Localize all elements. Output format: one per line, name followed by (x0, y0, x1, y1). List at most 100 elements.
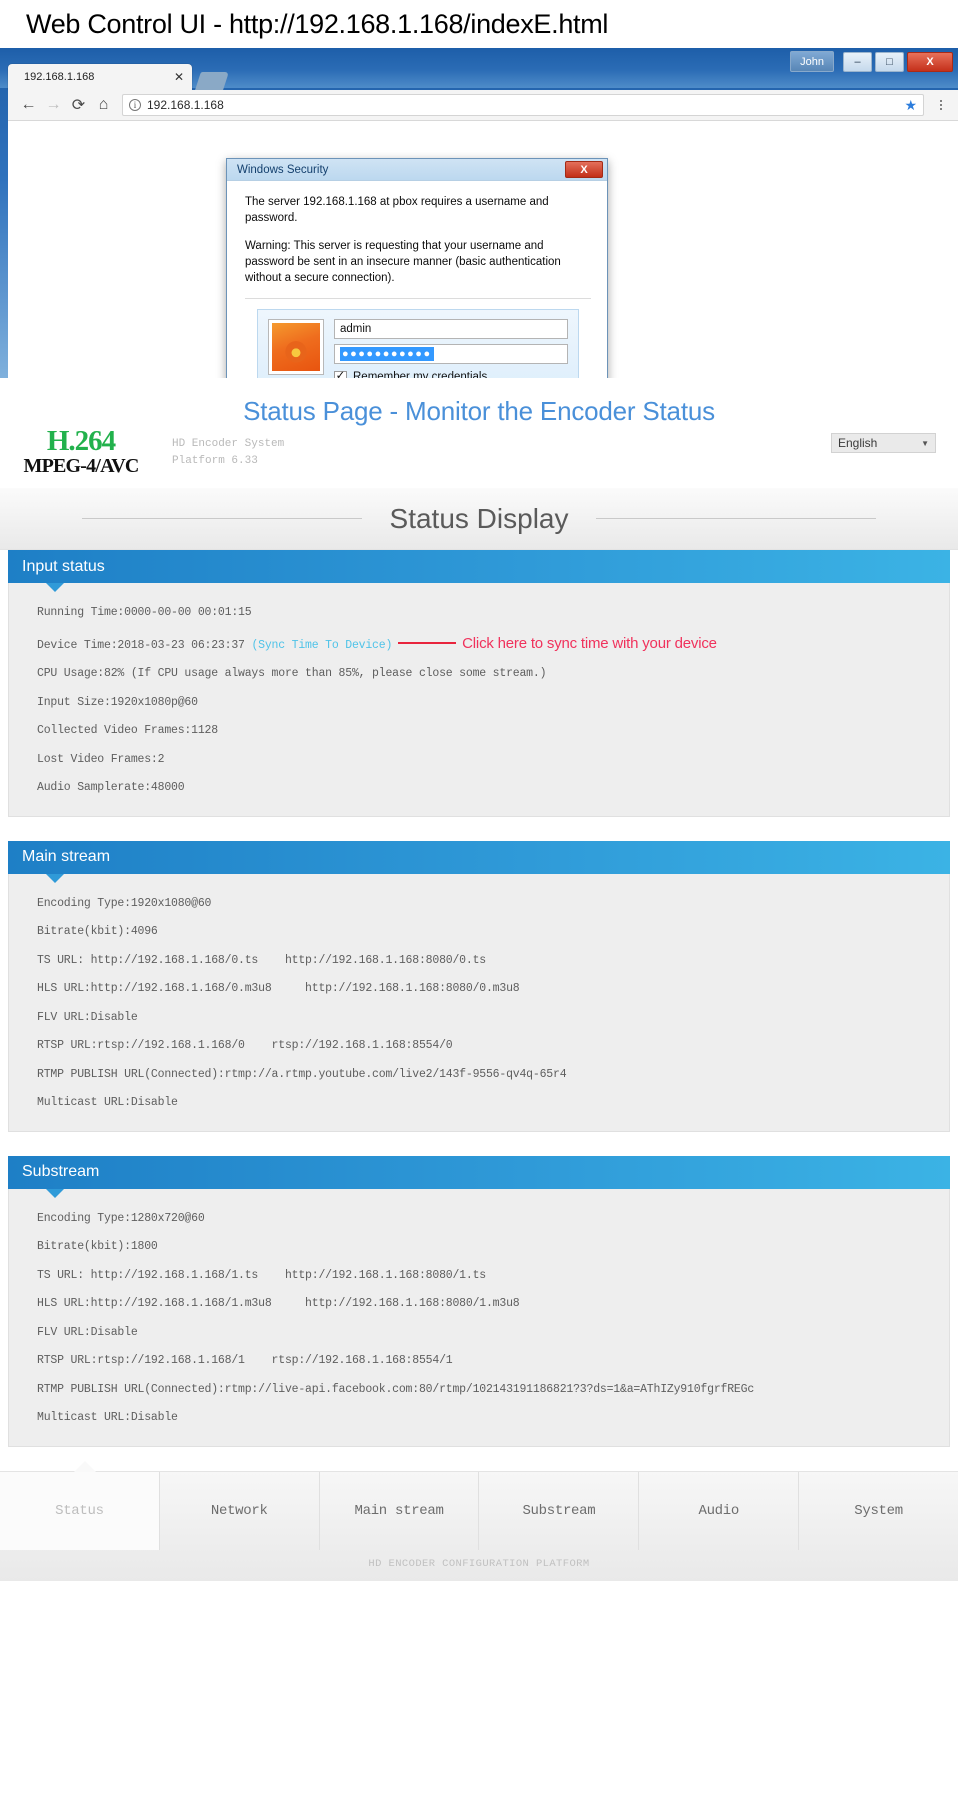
dialog-warning: Warning: This server is requesting that … (245, 239, 561, 285)
credential-fields: admin ●●●●●●●●●●● ✓ Remember my credenti… (334, 318, 568, 378)
page-caption: Web Control UI - http://192.168.1.168/in… (26, 8, 609, 39)
status-display-band: Status Display (0, 488, 958, 550)
encoder-header: Status Page - Monitor the Encoder Status… (0, 378, 958, 488)
window-controls: John – □ X (790, 51, 953, 72)
system-info-line1: HD Encoder System (172, 438, 285, 450)
minimize-button[interactable]: – (843, 51, 872, 72)
panel-title-input-status: Input status (8, 550, 950, 592)
reload-icon[interactable]: ⟳ (66, 93, 91, 118)
username-field[interactable]: admin (334, 318, 568, 339)
nav-item-audio[interactable]: Audio (639, 1471, 800, 1550)
browser-tab-title: 192.168.1.168 (24, 71, 95, 83)
home-icon[interactable]: ⌂ (91, 93, 116, 118)
row-lost-frames: Lost Video Frames:2 (37, 752, 165, 766)
row-input-size: Input Size:1920x1080p@60 (37, 695, 198, 709)
dialog-message: The server 192.168.1.168 at pbox require… (245, 196, 549, 225)
row-main-rtmp-url: RTMP PUBLISH URL(Connected):rtmp://a.rtm… (37, 1067, 567, 1081)
row-main-flv-url: FLV URL:Disable (37, 1010, 138, 1024)
row-sub-multicast-url: Multicast URL:Disable (37, 1411, 178, 1424)
logo-line-mpeg: MPEG-4/AVC (23, 455, 140, 478)
row-collected-frames: Collected Video Frames:1128 (37, 724, 218, 737)
dialog-title: Windows Security (237, 163, 329, 176)
panel-substream: Substream Encoding Type:1280x720@60 Bitr… (8, 1155, 950, 1447)
forward-icon[interactable]: → (41, 93, 66, 118)
row-audio-samplerate: Audio Samplerate:48000 (37, 781, 185, 794)
close-window-button[interactable]: X (907, 51, 953, 72)
chevron-down-icon: ▼ (921, 438, 929, 448)
status-panels: Input status Running Time:0000-00-00 00:… (0, 550, 958, 1447)
username-value: admin (340, 322, 372, 335)
row-main-rtsp-url: RTSP URL:rtsp://192.168.1.168/0 rtsp://1… (37, 1039, 453, 1052)
close-tab-icon[interactable]: ✕ (174, 70, 184, 84)
status-display-title: Status Display (389, 502, 569, 534)
row-main-encoding-type: Encoding Type:1920x1080@60 (37, 896, 212, 910)
nav-item-system[interactable]: System (799, 1472, 958, 1550)
back-icon[interactable]: ← (16, 93, 41, 118)
annotation-line (398, 641, 457, 644)
dialog-divider (245, 297, 591, 299)
row-running-time: Running Time:0000-00-00 00:01:15 (37, 606, 252, 619)
user-avatar (268, 318, 324, 375)
row-sub-ts-url: TS URL: http://192.168.1.168/1.ts http:/… (37, 1268, 486, 1282)
new-tab-button[interactable] (195, 72, 229, 90)
row-sub-bitrate: Bitrate(kbit):1800 (37, 1240, 158, 1253)
logo-line-h264: H.264 (46, 425, 116, 457)
dialog-body: The server 192.168.1.168 at pbox require… (227, 181, 607, 378)
row-main-ts-url: TS URL: http://192.168.1.168/0.ts http:/… (37, 953, 486, 967)
address-bar[interactable]: i 192.168.1.168 ★ (122, 94, 924, 116)
tab-strip: 192.168.1.168 ✕ (8, 64, 229, 90)
encoder-web-ui: Status Page - Monitor the Encoder Status… (0, 378, 958, 1581)
sync-time-link[interactable]: (Sync Time To Device) (251, 639, 392, 652)
page-title: Status Page - Monitor the Encoder Status (243, 396, 715, 426)
bookmark-star-icon[interactable]: ★ (904, 97, 917, 114)
row-device-time: Device Time:2018-03-23 06:23:37 (Sync Ti… (37, 636, 949, 652)
row-main-hls-url: HLS URL:http://192.168.1.168/0.m3u8 http… (37, 982, 520, 995)
language-select[interactable]: English ▼ (831, 433, 936, 453)
password-value: ●●●●●●●●●●● (340, 346, 434, 361)
footer-note: HD ENCODER CONFIGURATION PLATFORM (368, 1557, 590, 1570)
dialog-titlebar: Windows Security X (227, 159, 607, 181)
h264-logo: H.264 MPEG-4/AVC (16, 426, 146, 477)
band-rule-right (596, 518, 877, 519)
system-info: HD Encoder System Platform 6.33 (172, 436, 284, 470)
row-sub-rtsp-url: RTSP URL:rtsp://192.168.1.168/1 rtsp://1… (37, 1354, 453, 1367)
browser-window: John – □ X 192.168.1.168 ✕ ← → ⟳ ⌂ i 192… (0, 48, 958, 378)
nav-item-network[interactable]: Network (160, 1471, 320, 1550)
remember-label: Remember my credentials (353, 371, 488, 378)
credentials-box: admin ●●●●●●●●●●● ✓ Remember my credenti… (257, 308, 579, 378)
dialog-close-icon[interactable]: X (565, 161, 603, 178)
row-sub-hls-url: HLS URL:http://192.168.1.168/1.m3u8 http… (37, 1297, 520, 1310)
nav-tabs: Status Network Main stream Substream Aud… (0, 1471, 958, 1550)
browser-user-chip[interactable]: John (790, 51, 834, 72)
windows-security-dialog: Windows Security X The server 192.168.1.… (226, 158, 608, 378)
remember-credentials-row[interactable]: ✓ Remember my credentials (334, 370, 568, 378)
panel-body-main-stream: Encoding Type:1920x1080@60 Bitrate(kbit)… (8, 873, 950, 1132)
band-rule-left (81, 518, 362, 519)
footer-nav: Status Network Main stream Substream Aud… (0, 1460, 958, 1581)
panel-input-status: Input status Running Time:0000-00-00 00:… (8, 550, 950, 817)
browser-toolbar: ← → ⟳ ⌂ i 192.168.1.168 ★ (8, 90, 958, 121)
device-time-text: Device Time:2018-03-23 06:23:37 (37, 638, 252, 652)
site-info-icon[interactable]: i (129, 99, 141, 111)
panel-title-substream: Substream (8, 1155, 950, 1198)
language-value: English (838, 436, 878, 450)
panel-body-input-status: Running Time:0000-00-00 00:01:15 Device … (8, 583, 950, 817)
remember-checkbox[interactable]: ✓ (334, 370, 347, 378)
address-bar-url: 192.168.1.168 (147, 98, 224, 112)
password-field[interactable]: ●●●●●●●●●●● (334, 343, 568, 364)
row-sub-encoding-type: Encoding Type:1280x720@60 (37, 1211, 205, 1225)
annotation-sync-time: Click here to sync time with your device (462, 634, 717, 652)
nav-item-substream[interactable]: Substream (479, 1471, 640, 1550)
row-sub-flv-url: FLV URL:Disable (37, 1325, 138, 1339)
system-info-line2: Platform 6.33 (172, 455, 258, 468)
row-main-bitrate: Bitrate(kbit):4096 (37, 925, 158, 938)
row-sub-rtmp-url: RTMP PUBLISH URL(Connected):rtmp://live-… (37, 1382, 755, 1396)
nav-item-status[interactable]: Status (0, 1471, 160, 1550)
panel-body-substream: Encoding Type:1280x720@60 Bitrate(kbit):… (8, 1188, 950, 1447)
browser-tab[interactable]: 192.168.1.168 ✕ (8, 64, 192, 90)
browser-menu-icon[interactable] (932, 100, 950, 110)
nav-item-main-stream[interactable]: Main stream (320, 1471, 480, 1550)
panel-main-stream: Main stream Encoding Type:1920x1080@60 B… (8, 840, 950, 1132)
row-main-multicast-url: Multicast URL:Disable (37, 1096, 178, 1109)
maximize-button[interactable]: □ (875, 51, 904, 72)
